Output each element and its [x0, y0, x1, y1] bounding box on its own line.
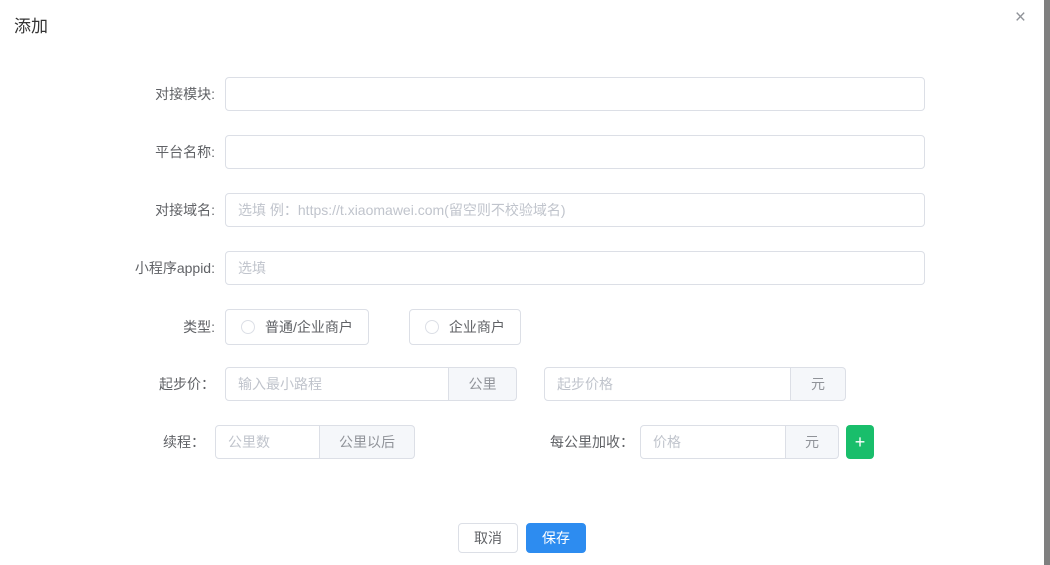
dialog-title: 添加 — [14, 12, 48, 37]
module-input[interactable] — [225, 77, 925, 111]
base-price-group: 元 — [544, 367, 846, 401]
dialog-footer: 取消 保存 — [0, 523, 1044, 553]
domain-input[interactable] — [225, 193, 925, 227]
radio-enterprise-merchant[interactable]: 企业商户 — [409, 309, 521, 345]
form-row-domain: 对接域名: — [0, 193, 1044, 227]
min-distance-group: 公里 — [225, 367, 517, 401]
base-price-input[interactable] — [544, 367, 791, 401]
radio-normal-merchant-label: 普通/企业商户 — [265, 317, 353, 337]
radio-normal-merchant[interactable]: 普通/企业商户 — [225, 309, 369, 345]
radio-enterprise-merchant-label: 企业商户 — [449, 317, 505, 337]
yuan-unit-suffix: 元 — [786, 425, 839, 459]
type-label: 类型: — [0, 310, 215, 344]
after-km-suffix: 公里以后 — [320, 425, 415, 459]
per-km-price-group: 元 — [640, 425, 839, 459]
add-tier-button[interactable]: + — [846, 425, 874, 459]
renew-km-input[interactable] — [215, 425, 320, 459]
page-scrollbar[interactable] — [1044, 0, 1050, 565]
per-km-surcharge-label: 每公里加收： — [550, 425, 634, 459]
renew-label: 续程： — [0, 425, 205, 459]
domain-label: 对接域名: — [0, 193, 215, 227]
form-row-type: 类型: 普通/企业商户 企业商户 — [0, 309, 1044, 345]
form-row-platform-name: 平台名称: — [0, 135, 1044, 169]
module-label: 对接模块: — [0, 77, 215, 111]
close-icon[interactable]: × — [1015, 8, 1026, 27]
cancel-button[interactable]: 取消 — [458, 523, 518, 553]
yuan-unit-suffix: 元 — [791, 367, 846, 401]
min-distance-input[interactable] — [225, 367, 449, 401]
plus-icon: + — [855, 432, 866, 452]
appid-input[interactable] — [225, 251, 925, 285]
appid-label: 小程序appid: — [0, 251, 215, 285]
form-row-base-price: 起步价： 公里 元 — [0, 367, 1044, 401]
form-row-appid: 小程序appid: — [0, 251, 1044, 285]
radio-circle-icon — [241, 320, 255, 334]
form-row-renew: 续程： 公里以后 每公里加收： 元 + — [0, 425, 1044, 459]
base-price-label: 起步价： — [0, 367, 215, 401]
radio-circle-icon — [425, 320, 439, 334]
form-row-module: 对接模块: — [0, 77, 1044, 111]
platform-name-label: 平台名称: — [0, 135, 215, 169]
renew-distance-group: 公里以后 — [215, 425, 415, 459]
platform-name-input[interactable] — [225, 135, 925, 169]
add-form: 对接模块: 平台名称: 对接域名: 小程序appid: 类型: 普通/企业商户 — [0, 77, 1044, 553]
per-km-price-input[interactable] — [640, 425, 786, 459]
save-button[interactable]: 保存 — [526, 523, 586, 553]
km-unit-suffix: 公里 — [449, 367, 517, 401]
